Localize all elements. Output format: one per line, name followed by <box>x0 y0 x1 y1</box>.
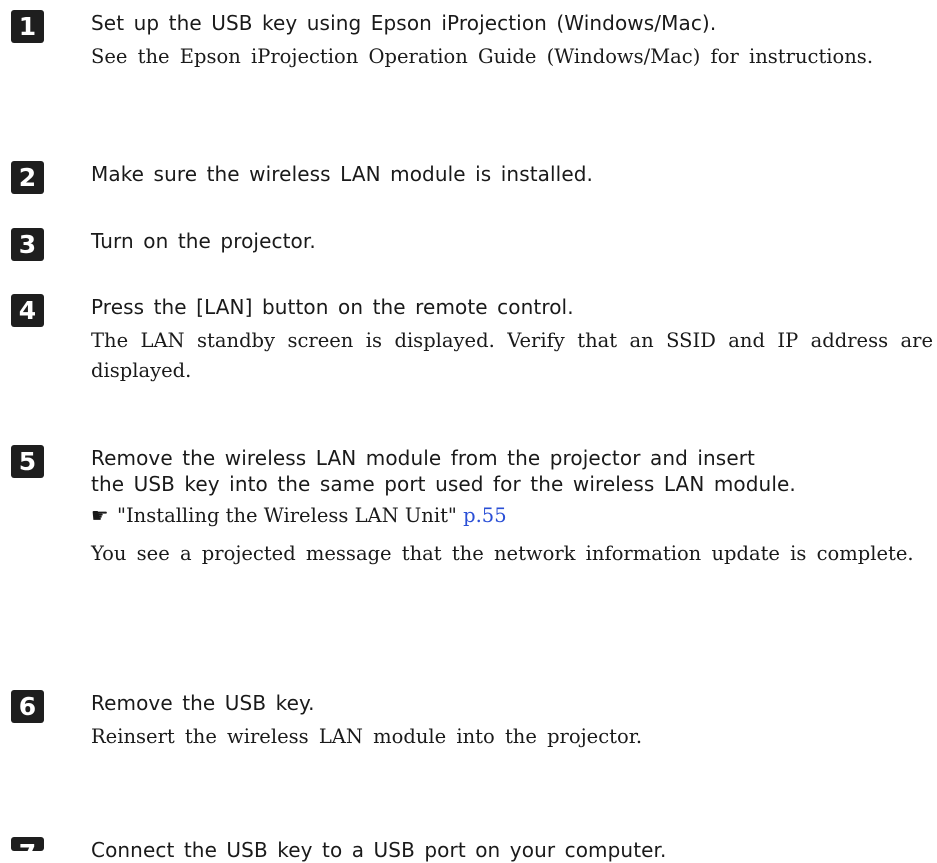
step-body: Remove the wireless LAN module from the … <box>91 445 933 569</box>
step-description: You see a projected message that the net… <box>91 542 914 565</box>
step-number-badge: 3 <box>11 228 44 261</box>
step-body: Connect the USB key to a USB port on you… <box>91 837 933 863</box>
page-reference-link[interactable]: p.55 <box>463 504 507 527</box>
step-number-badge: 4 <box>11 294 44 327</box>
step-description: The LAN standby screen is displayed. Ver… <box>91 329 933 382</box>
step-number-badge: 6 <box>11 690 44 723</box>
step-body: Remove the USB key. Reinsert the wireles… <box>91 690 933 752</box>
step-heading-line-1: Remove the wireless LAN module from the … <box>91 446 755 470</box>
instruction-page: 1 Set up the USB key using Epson iProjec… <box>0 0 937 862</box>
step-heading: Remove the USB key. <box>91 691 315 715</box>
step-heading-line-2: the USB key into the same port used for … <box>91 472 796 496</box>
reference-title: "Installing the Wireless LAN Unit" <box>117 504 457 527</box>
step-description: Reinsert the wireless LAN module into th… <box>91 725 643 748</box>
step-heading: Set up the USB key using Epson iProjecti… <box>91 11 717 35</box>
step-number-badge: 1 <box>11 10 44 43</box>
step-heading: Make sure the wireless LAN module is ins… <box>91 162 593 186</box>
step-number-badge: 2 <box>11 161 44 194</box>
step-number-badge: 5 <box>11 445 44 478</box>
step-body: Turn on the projector. <box>91 228 933 254</box>
step-body: Set up the USB key using Epson iProjecti… <box>91 10 933 72</box>
pointing-hand-icon: ☛ <box>91 504 109 527</box>
step-number-badge: 7 <box>11 837 44 851</box>
step-heading: Connect the USB key to a USB port on you… <box>91 838 667 862</box>
step-heading: Turn on the projector. <box>91 229 316 253</box>
step-heading: Press the [LAN] button on the remote con… <box>91 295 574 319</box>
step-body: Press the [LAN] button on the remote con… <box>91 294 933 386</box>
cross-reference: ☛ "Installing the Wireless LAN Unit" p.55 <box>91 503 933 529</box>
step-body: Make sure the wireless LAN module is ins… <box>91 161 933 187</box>
step-description: See the Epson iProjection Operation Guid… <box>91 45 874 68</box>
